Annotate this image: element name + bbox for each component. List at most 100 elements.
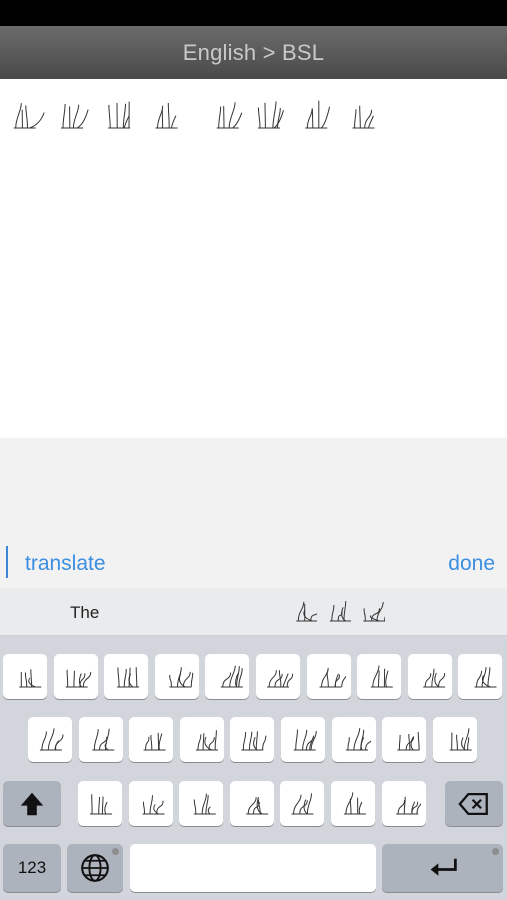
sign-glyph: [144, 95, 190, 135]
sign-letter-key[interactable]: [256, 654, 300, 699]
bsl-hand-sign-icon: [363, 601, 385, 622]
sign-letter-key[interactable]: [78, 781, 122, 826]
bsl-hand-sign-icon: [291, 792, 314, 814]
sign-letter-key[interactable]: [230, 717, 275, 762]
bsl-hand-sign-icon: [241, 730, 267, 750]
bsl-hand-sign-icon: [267, 669, 294, 687]
sign-glyph: [296, 95, 342, 135]
bsl-hand-sign-icon: [195, 729, 218, 750]
bsl-hand-sign-icon: [422, 668, 445, 687]
sign-sentence: [6, 95, 388, 135]
sign-glyph: [98, 95, 144, 135]
bsl-hand-sign-icon: [352, 105, 375, 129]
numbers-key-label: 123: [17, 858, 47, 877]
sign-glyph: [52, 95, 98, 135]
sign-letter-key[interactable]: [381, 781, 426, 826]
return-indicator-dot: [492, 848, 499, 855]
bsl-hand-sign-icon: [221, 665, 244, 687]
navigation-bar: English > BSL: [0, 26, 507, 79]
bsl-hand-sign-icon: [293, 729, 317, 750]
sign-letter-key[interactable]: [205, 654, 250, 699]
bsl-hand-sign-icon: [155, 102, 178, 129]
suggestion-bar: The: [0, 588, 507, 636]
sign-keyboard: 123: [0, 636, 507, 900]
up-arrow-icon: [20, 792, 44, 815]
bsl-hand-sign-icon: [319, 667, 346, 687]
sign-letter-key[interactable]: [281, 717, 325, 762]
bsl-hand-sign-icon: [61, 103, 89, 129]
sign-glyph: [342, 95, 388, 135]
translate-button[interactable]: translate: [25, 552, 106, 576]
bsl-hand-sign-icon: [108, 101, 131, 129]
bsl-hand-sign-icon: [142, 794, 165, 814]
bsl-hand-sign-icon: [395, 796, 421, 814]
bsl-hand-sign-icon: [117, 666, 140, 687]
sign-letter-key[interactable]: [154, 654, 199, 699]
sign-letter-key[interactable]: [331, 717, 376, 762]
sign-letter-key[interactable]: [306, 654, 351, 699]
sign-letter-key[interactable]: [458, 654, 503, 699]
bsl-hand-sign-icon: [168, 666, 193, 687]
bsl-hand-sign-icon: [19, 668, 42, 687]
bsl-hand-sign-icon: [296, 601, 317, 622]
bsl-hand-sign-icon: [39, 727, 64, 750]
sign-glyph: [6, 95, 52, 135]
backspace-icon: [458, 792, 488, 815]
sign-letter-key[interactable]: [28, 717, 72, 762]
sign-letter-key[interactable]: [129, 717, 174, 762]
sign-glyph: [204, 95, 250, 135]
return-arrow-icon: [430, 858, 457, 876]
input-area[interactable]: translate done: [0, 438, 507, 588]
bsl-hand-sign-icon: [91, 728, 114, 750]
sign-letter-key[interactable]: [407, 654, 452, 699]
bsl-hand-sign-icon: [193, 793, 216, 814]
sign-letter-key[interactable]: [104, 654, 149, 699]
bsl-hand-sign-icon: [65, 669, 91, 687]
bsl-hand-sign-icon: [90, 793, 113, 814]
text-cursor: [6, 546, 8, 578]
globe-icon: [81, 854, 109, 882]
suggestion-sign-glyph: [318, 596, 352, 628]
bsl-hand-sign-icon: [370, 664, 393, 687]
bsl-hand-sign-icon: [245, 796, 268, 814]
bsl-hand-sign-icon: [257, 101, 284, 129]
sign-letter-key[interactable]: [179, 717, 224, 762]
sign-glyph: [250, 95, 296, 135]
globe-key[interactable]: [67, 844, 123, 892]
suggestion-sign-glyph: [284, 596, 318, 628]
bsl-hand-sign-icon: [449, 727, 472, 750]
sign-letter-key[interactable]: [53, 654, 98, 699]
numbers-key[interactable]: 123: [3, 844, 61, 892]
done-button[interactable]: done: [448, 552, 495, 576]
translation-output: [0, 79, 507, 438]
bsl-hand-sign-icon: [216, 102, 243, 129]
bsl-hand-sign-icon: [474, 666, 497, 687]
status-bar: [0, 0, 507, 26]
bsl-hand-sign-icon: [143, 732, 166, 750]
suggestion-sign-glyph: [352, 596, 386, 628]
sign-letter-key[interactable]: [432, 717, 477, 762]
bsl-hand-sign-icon: [329, 601, 351, 622]
sign-letter-key[interactable]: [280, 781, 325, 826]
sign-letter-key[interactable]: [229, 781, 274, 826]
suggestion-word[interactable]: The: [70, 603, 99, 623]
word-gap: [190, 95, 204, 135]
bsl-hand-sign-icon: [13, 103, 45, 129]
shift-key[interactable]: [3, 781, 61, 826]
page-title: English > BSL: [182, 39, 325, 65]
bsl-hand-sign-icon: [345, 727, 371, 750]
sign-letter-key[interactable]: [3, 654, 47, 699]
sign-letter-key[interactable]: [179, 781, 224, 826]
sign-letter-key[interactable]: [331, 781, 375, 826]
sign-letter-key[interactable]: [382, 717, 427, 762]
bsl-hand-sign-icon: [397, 731, 420, 750]
sign-letter-key[interactable]: [357, 654, 402, 699]
bsl-hand-sign-icon: [343, 791, 366, 814]
suggestion-signs[interactable]: [284, 596, 386, 628]
sign-letter-key[interactable]: [128, 781, 173, 826]
space-key[interactable]: [130, 844, 376, 892]
bsl-hand-sign-icon: [305, 100, 331, 129]
sign-letter-key[interactable]: [78, 717, 123, 762]
delete-key[interactable]: [445, 781, 503, 826]
return-key[interactable]: [382, 844, 503, 892]
